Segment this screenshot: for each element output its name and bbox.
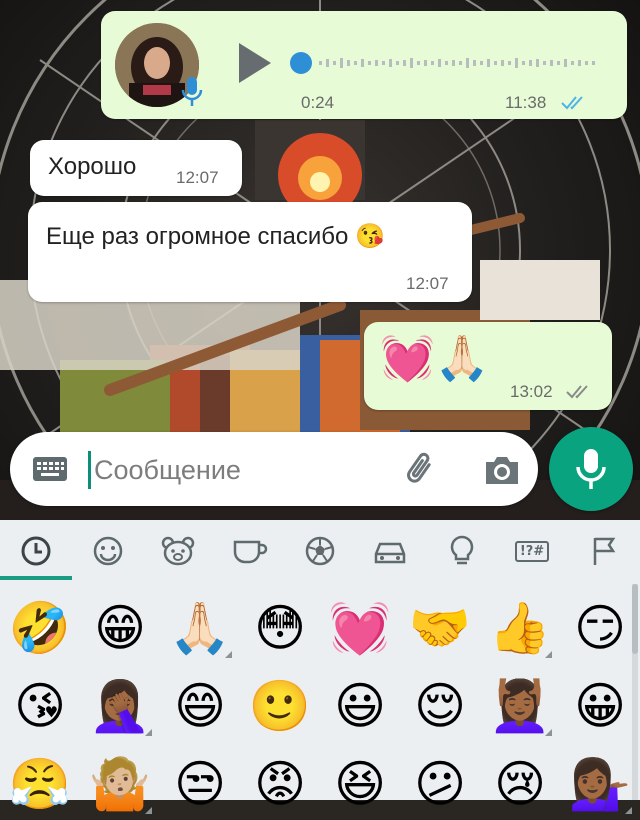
soccer-ball-icon [305, 536, 335, 566]
voice-message-bubble[interactable]: 0:24 11:38 [101, 11, 627, 119]
camera-icon[interactable] [482, 450, 522, 490]
incoming-message-bubble[interactable]: Еще раз огромное спасибо 😘 12:07 [28, 202, 472, 302]
mic-icon [181, 77, 203, 106]
flag-icon [593, 537, 616, 565]
emoji-key[interactable]: 🙏🏻 [160, 592, 240, 664]
selected-category-indicator [0, 576, 72, 580]
emoji-key[interactable]: 😏 [560, 592, 640, 664]
smiley-icon [93, 536, 123, 566]
emoji-key[interactable]: 🤦🏾‍♀️ [80, 670, 160, 742]
lightbulb-icon [450, 535, 474, 565]
emoji-key[interactable]: 😳 [240, 592, 320, 664]
emoji-key[interactable]: 💁🏾‍♀️ [560, 748, 640, 820]
emoji-key[interactable]: 😆 [320, 748, 400, 820]
emoji-key[interactable]: 😄 [160, 670, 240, 742]
category-recent[interactable] [12, 530, 60, 572]
mic-icon [576, 449, 606, 489]
voice-duration: 0:24 [301, 93, 335, 112]
emoji-key[interactable]: 🙂 [240, 670, 320, 742]
category-food[interactable] [226, 530, 274, 572]
category-smileys[interactable] [84, 530, 132, 572]
emoji-key[interactable]: 😢 [480, 748, 560, 820]
read-ticks-icon [561, 96, 583, 110]
clock-icon [21, 536, 51, 566]
message-time: 12:07 [176, 168, 219, 187]
emoji-key[interactable]: 😡 [240, 748, 320, 820]
text-cursor [88, 451, 91, 489]
emoji-key[interactable]: 🤝 [400, 592, 480, 664]
bear-icon [161, 536, 195, 566]
emoji-key[interactable]: 😀 [560, 670, 640, 742]
delivered-ticks-icon [566, 385, 588, 399]
emoji-key[interactable]: 💆🏾‍♀️ [480, 670, 560, 742]
emoji-key[interactable]: 😁 [80, 592, 160, 664]
emoji-key[interactable]: 😃 [320, 670, 400, 742]
message-input[interactable] [94, 450, 394, 490]
category-symbols[interactable]: !?# [508, 530, 556, 572]
emoji-key[interactable]: 😤 [0, 748, 80, 820]
voice-record-button[interactable] [549, 427, 633, 511]
emoji-key[interactable]: 😕 [400, 748, 480, 820]
message-input-bar [10, 432, 538, 506]
symbols-label: !?# [514, 540, 550, 562]
emoji-scrollbar-thumb[interactable] [632, 584, 638, 654]
message-emoji: 💓🙏🏻 [380, 333, 490, 384]
keyboard-icon[interactable] [32, 454, 68, 484]
play-icon[interactable] [235, 41, 275, 85]
emoji-key[interactable]: 🤷🏼 [80, 748, 160, 820]
message-time: 11:38 [505, 93, 547, 112]
category-travel[interactable] [366, 530, 414, 572]
voice-waveform[interactable] [285, 49, 603, 77]
outgoing-message-bubble[interactable]: 💓🙏🏻 13:02 [364, 322, 612, 410]
car-icon [374, 542, 406, 564]
emoji-key[interactable]: 😌 [400, 670, 480, 742]
message-text: Еще раз огромное спасибо 😘 [46, 223, 385, 250]
cup-icon [233, 540, 268, 564]
message-time: 12:07 [406, 274, 449, 293]
emoji-key[interactable]: 😘 [0, 670, 80, 742]
category-animals[interactable] [154, 530, 202, 572]
category-activity[interactable] [296, 530, 344, 572]
emoji-keyboard: !?# 🤣 😁 🙏🏻 😳 💓 🤝 👍 😏 😘 🤦🏾‍♀️ 😄 🙂 😃 😌 💆🏾‍♀️ 😀 😤 🤷🏼 😒 😡 😆 😕 😢 💁🏾‍… [0, 520, 640, 814]
emoji-key[interactable]: 😒 [160, 748, 240, 820]
paperclip-icon[interactable] [402, 450, 442, 490]
message-text: Хорошо [48, 153, 137, 180]
emoji-key[interactable]: 👍 [480, 592, 560, 664]
category-objects[interactable] [438, 530, 486, 572]
emoji-key[interactable]: 💓 [320, 592, 400, 664]
incoming-message-bubble[interactable]: Хорошо 12:07 [30, 140, 242, 196]
emoji-category-bar: !?# [0, 520, 640, 580]
category-flags[interactable] [580, 530, 628, 572]
emoji-key[interactable]: 🤣 [0, 592, 80, 664]
message-time: 13:02 [510, 382, 553, 401]
